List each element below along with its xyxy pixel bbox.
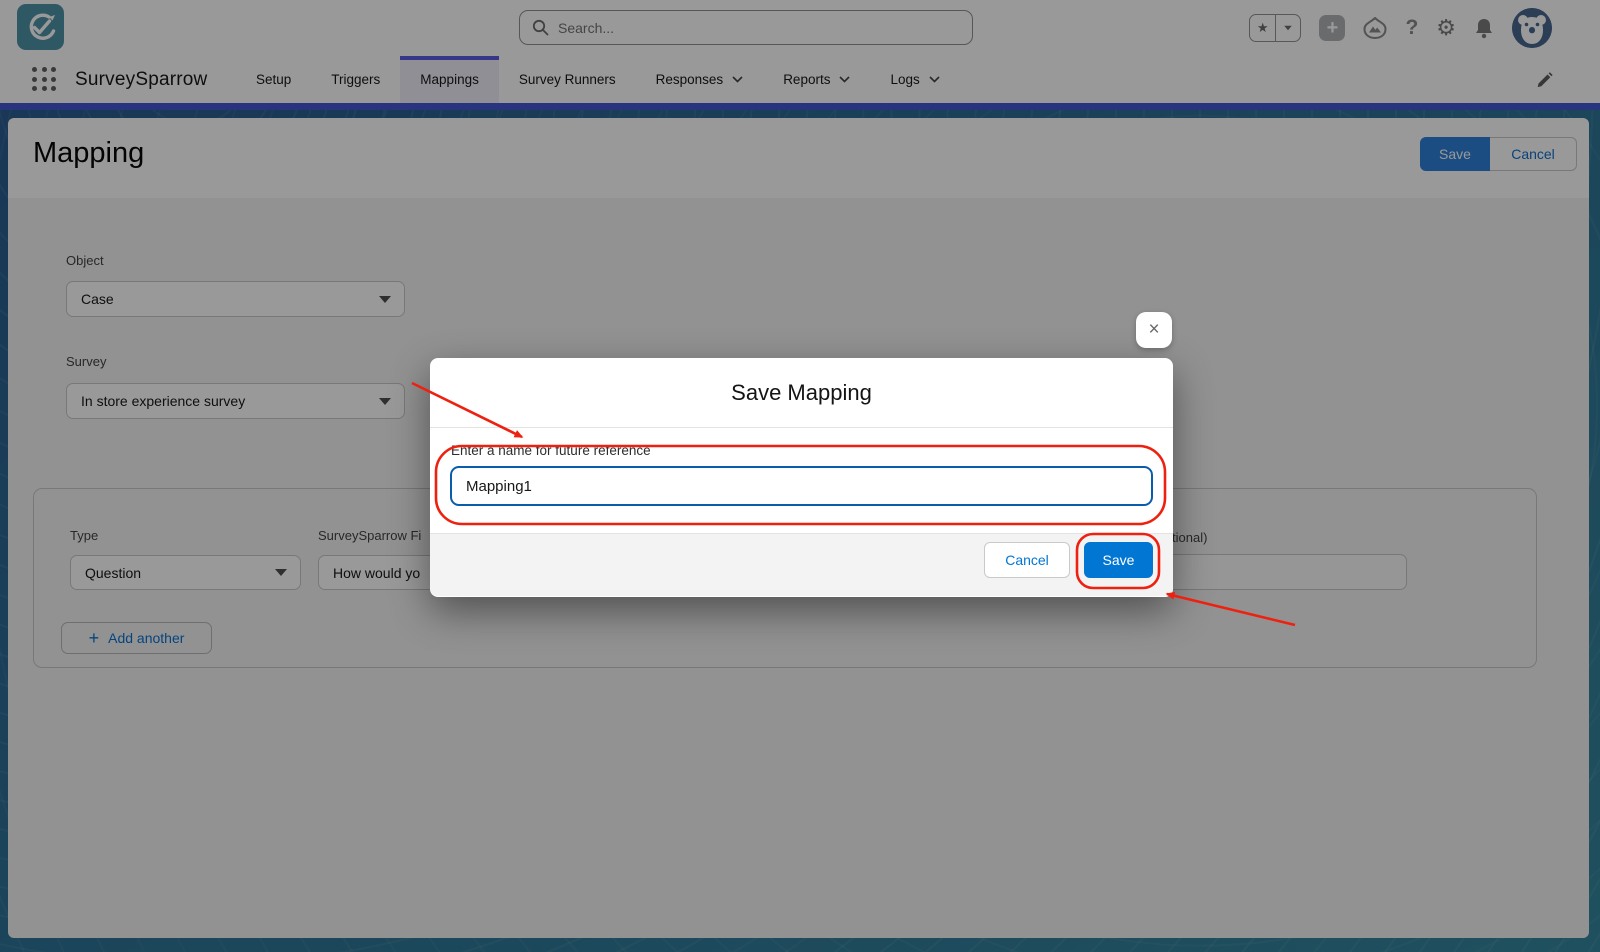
modal-title: Save Mapping [731, 380, 872, 406]
mapping-name-input[interactable] [450, 466, 1153, 506]
modal-body: Enter a name for future reference [430, 428, 1173, 533]
modal-header: Save Mapping [430, 358, 1173, 428]
modal-footer: Cancel Save [430, 533, 1173, 596]
close-icon: × [1148, 319, 1159, 341]
modal-close-button[interactable]: × [1136, 312, 1172, 348]
screen: ★ + ? ⚙ [0, 0, 1600, 952]
save-mapping-modal: Save Mapping Enter a name for future ref… [430, 358, 1173, 597]
mapping-name-label: Enter a name for future reference [451, 443, 651, 458]
modal-cancel-button[interactable]: Cancel [984, 542, 1070, 578]
modal-save-button[interactable]: Save [1084, 542, 1153, 578]
